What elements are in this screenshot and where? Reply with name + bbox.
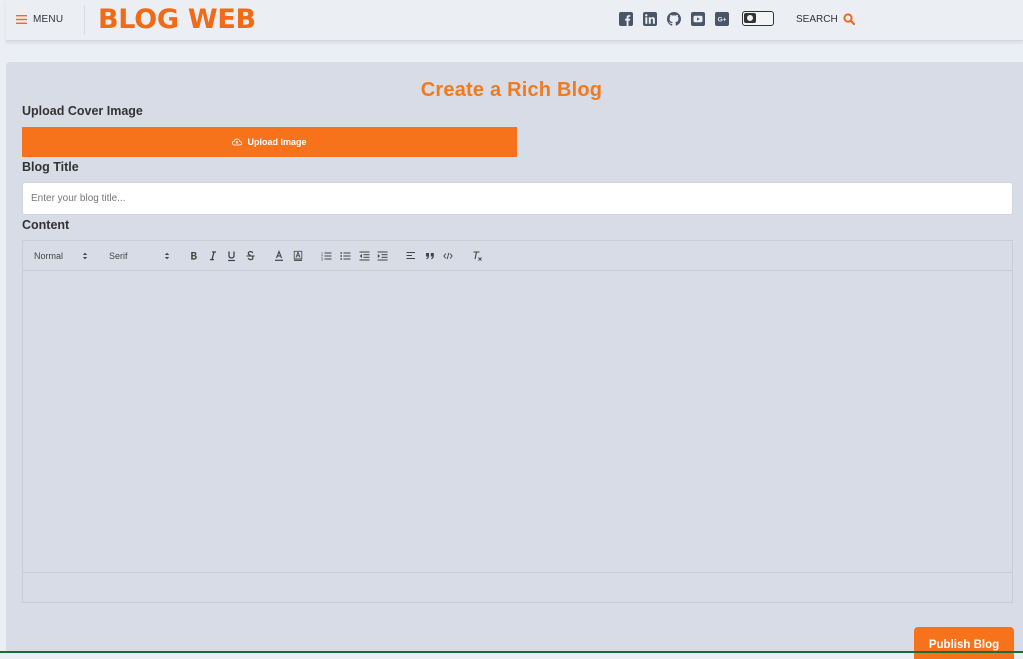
hamburger-icon — [16, 14, 27, 24]
align-left-icon[interactable] — [406, 250, 416, 262]
select-arrows-icon — [164, 252, 170, 260]
google-plus-icon[interactable]: G+ — [715, 12, 729, 26]
clear-formatting-icon[interactable] — [472, 250, 483, 262]
youtube-icon[interactable] — [691, 12, 705, 26]
indent-icon[interactable] — [377, 250, 388, 262]
strikethrough-icon[interactable] — [246, 250, 255, 262]
content-label: Content — [22, 218, 70, 232]
svg-text:G+: G+ — [718, 17, 727, 24]
cloud-upload-icon — [232, 138, 243, 146]
upload-button-label: Upload Image — [247, 137, 307, 147]
blog-title-label: Blog Title — [22, 160, 79, 174]
social-links: G+ — [619, 11, 729, 27]
editor-toolbar: Normal Serif 1 2 3 — [23, 241, 1012, 271]
text-color-icon[interactable] — [274, 250, 284, 262]
header-select-value: Normal — [34, 251, 64, 261]
page-title: Create a Rich Blog — [420, 79, 603, 101]
italic-icon[interactable] — [209, 250, 217, 262]
linkedin-icon[interactable] — [643, 12, 657, 26]
rich-text-editor: Normal Serif 1 2 3 — [22, 240, 1013, 603]
blockquote-icon[interactable] — [425, 250, 435, 262]
publish-blog-button[interactable]: Publish Blog — [914, 627, 1014, 659]
search-icon — [843, 13, 855, 25]
github-icon[interactable] — [667, 12, 681, 26]
upload-image-button[interactable]: Upload Image — [22, 127, 517, 157]
code-icon[interactable] — [443, 250, 453, 262]
theme-toggle[interactable] — [742, 11, 774, 26]
editor-footer — [23, 572, 1012, 602]
toggle-knob — [744, 13, 756, 23]
underline-icon[interactable] — [227, 250, 236, 262]
font-select-value: Serif — [109, 251, 128, 261]
svg-text:3: 3 — [321, 257, 323, 261]
search-button[interactable]: SEARCH — [796, 12, 855, 26]
nav-divider — [84, 5, 85, 35]
bullet-list-icon[interactable] — [340, 250, 351, 262]
search-label: SEARCH — [796, 13, 838, 25]
ordered-list-icon[interactable]: 1 2 3 — [321, 250, 332, 262]
menu-button[interactable]: MENU — [16, 12, 63, 26]
background-color-icon[interactable] — [293, 250, 303, 262]
editor-content-area[interactable] — [23, 271, 1012, 574]
facebook-icon[interactable] — [619, 12, 633, 26]
select-arrows-icon — [82, 252, 88, 260]
top-navbar: MENU BLOG WEB G+ SEARCH — [6, 0, 1023, 41]
cover-image-label: Upload Cover Image — [22, 104, 143, 118]
blog-title-input[interactable] — [22, 182, 1013, 215]
bold-icon[interactable] — [190, 250, 198, 262]
header-select[interactable]: Normal — [34, 250, 88, 262]
site-logo[interactable]: BLOG WEB — [98, 2, 256, 38]
font-select[interactable]: Serif — [109, 250, 170, 262]
menu-label: MENU — [33, 13, 64, 25]
outdent-icon[interactable] — [359, 250, 370, 262]
